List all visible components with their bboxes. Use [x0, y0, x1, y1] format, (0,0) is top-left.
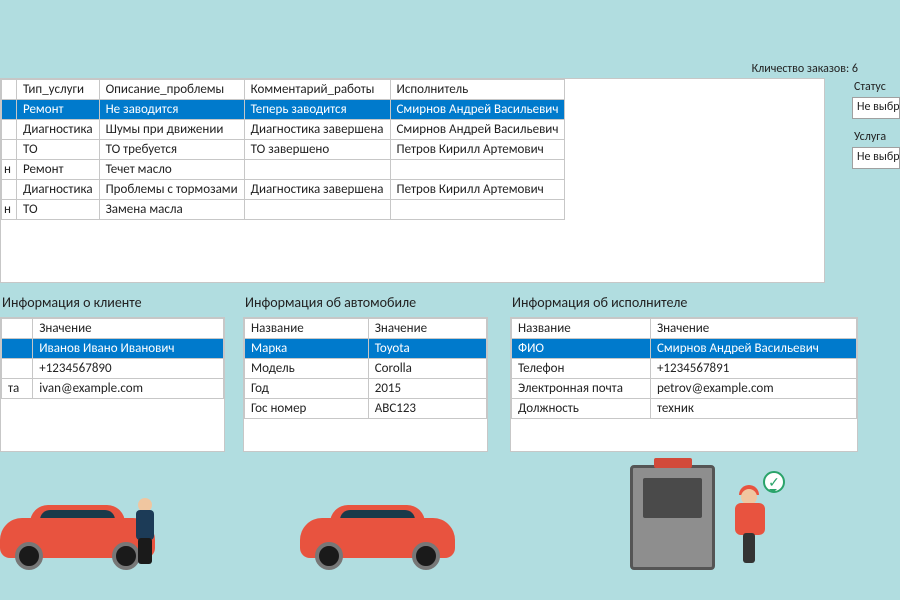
car-info-grid[interactable]: НазваниеЗначение МаркаToyotaМодельCoroll…	[244, 318, 487, 419]
table-row[interactable]: Гос номерABC123	[245, 399, 487, 419]
status-filter-label: Статус	[852, 80, 900, 94]
car-info-section: Информация об автомобиле НазваниеЗначени…	[243, 294, 488, 452]
table-row[interactable]: Год2015	[245, 379, 487, 399]
status-filter-select[interactable]: Не выбрано	[852, 97, 900, 119]
service-filter-label: Услуга	[852, 130, 900, 144]
orders-grid[interactable]: Тип_услугиОписание_проблемыКомментарий_р…	[1, 79, 565, 220]
client-info-grid[interactable]: Значение Иванов Ивано Иванович+123456789…	[1, 318, 224, 399]
orders-column-header[interactable]: Тип_услуги	[17, 80, 100, 100]
performer-column-header[interactable]: Значение	[650, 319, 856, 339]
car-column-header[interactable]: Название	[245, 319, 369, 339]
orders-column-header[interactable]: Комментарий_работы	[244, 80, 390, 100]
table-row[interactable]: нТОЗамена масла	[2, 200, 565, 220]
table-row[interactable]: нРемонтТечет масло	[2, 160, 565, 180]
table-row[interactable]: ТОТО требуетсяТО завершеноПетров Кирилл …	[2, 140, 565, 160]
illustration-car	[300, 500, 455, 570]
orders-column-header[interactable]: Исполнитель	[390, 80, 565, 100]
performer-info-section: Информация об исполнителе НазваниеЗначен…	[510, 294, 858, 452]
table-row[interactable]: РемонтНе заводитсяТеперь заводитсяСмирно…	[2, 100, 565, 120]
table-row[interactable]: Электронная почтаpetrov@example.com	[512, 379, 857, 399]
table-row[interactable]: +1234567890	[2, 359, 224, 379]
service-filter-select[interactable]: Не выбрано	[852, 147, 900, 169]
illustration-client	[0, 500, 155, 570]
orders-count-label: Кличество заказов: 6	[752, 62, 858, 76]
client-column-header[interactable]: Значение	[33, 319, 224, 339]
client-info-section: Информация о клиенте Значение Иванов Ива…	[0, 294, 225, 452]
table-row[interactable]: Телефон+1234567891	[512, 359, 857, 379]
illustration-mechanic: ✓	[630, 465, 780, 570]
performer-info-grid[interactable]: НазваниеЗначение ФИОСмирнов Андрей Васил…	[511, 318, 857, 419]
client-column-header[interactable]	[2, 319, 33, 339]
performer-column-header[interactable]: Название	[512, 319, 651, 339]
car-info-title: Информация об автомобиле	[243, 294, 488, 311]
table-row[interactable]: Иванов Ивано Иванович	[2, 339, 224, 359]
table-row[interactable]: Должностьтехник	[512, 399, 857, 419]
car-column-header[interactable]: Значение	[368, 319, 486, 339]
orders-column-header[interactable]	[2, 80, 17, 100]
table-row[interactable]: ДиагностикаПроблемы с тормозамиДиагности…	[2, 180, 565, 200]
orders-grid-panel: Тип_услугиОписание_проблемыКомментарий_р…	[0, 78, 825, 283]
table-row[interactable]: таivan@example.com	[2, 379, 224, 399]
table-row[interactable]: МаркаToyota	[245, 339, 487, 359]
table-row[interactable]: ФИОСмирнов Андрей Васильевич	[512, 339, 857, 359]
table-row[interactable]: ДиагностикаШумы при движенииДиагностика …	[2, 120, 565, 140]
table-row[interactable]: МодельCorolla	[245, 359, 487, 379]
performer-info-title: Информация об исполнителе	[510, 294, 858, 311]
client-info-title: Информация о клиенте	[0, 294, 225, 311]
orders-column-header[interactable]: Описание_проблемы	[99, 80, 244, 100]
